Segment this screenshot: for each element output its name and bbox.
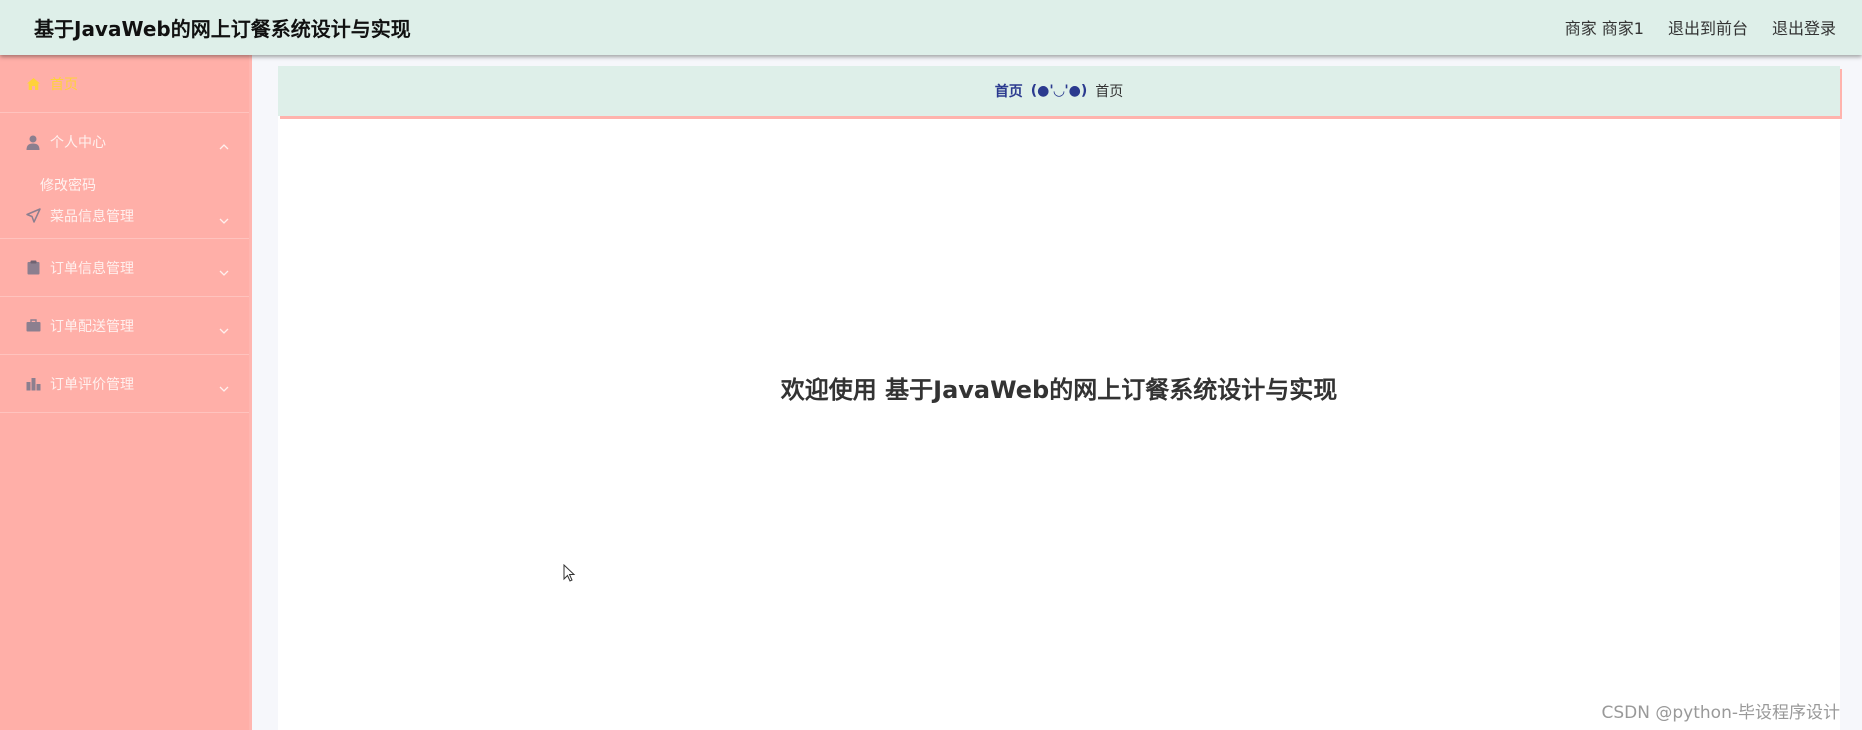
send-icon [25,208,41,224]
breadcrumb-separator: (●'◡'●) [1030,83,1088,99]
watermark: CSDN @python-毕设程序设计 [1601,703,1840,723]
current-user-label[interactable]: 商家 商家1 [1565,15,1644,39]
app-title: 基于JavaWeb的网上订餐系统设计与实现 [34,17,411,41]
sidebar-item-label: 首页 [50,76,78,93]
page-scrollbar[interactable] [1843,55,1862,730]
chart-icon [25,376,41,392]
home-icon [25,76,41,92]
mouse-cursor-icon [563,564,576,582]
briefcase-icon [25,318,41,334]
breadcrumb-current: 首页 [1095,84,1124,100]
sidebar-item-order-info[interactable]: 订单信息管理 [0,239,249,297]
sidebar-item-personal-center[interactable]: 个人中心 [0,113,249,171]
app-root: 基于JavaWeb的网上订餐系统设计与实现 商家 商家1 退出到前台 退出登录 … [0,0,1862,730]
submenu-item-label: 修改密码 [40,178,96,194]
chevron-down-icon [219,321,229,334]
exit-to-front-link[interactable]: 退出到前台 [1668,15,1748,39]
sidebar-item-label: 订单评价管理 [50,376,134,393]
chevron-down-icon [219,379,229,392]
chevron-up-icon [219,137,229,150]
breadcrumb-home-link[interactable]: 首页 [995,81,1023,101]
sidebar: 首页 个人中心 修改密码 菜品信息管理 订单信息管理 订单配送管理 订单评价管理 [0,55,252,730]
clipboard-icon [25,260,41,276]
sidebar-item-label: 订单配送管理 [50,318,134,335]
top-header: 基于JavaWeb的网上订餐系统设计与实现 商家 商家1 退出到前台 退出登录 [0,0,1862,55]
header-nav: 商家 商家1 退出到前台 退出登录 [1565,15,1836,39]
sidebar-item-label: 菜品信息管理 [50,208,134,225]
sidebar-item-dish-info[interactable]: 菜品信息管理 [0,193,249,239]
sidebar-item-label: 订单信息管理 [50,260,134,277]
chevron-down-icon [219,211,229,224]
logout-link[interactable]: 退出登录 [1772,15,1836,39]
welcome-heading: 欢迎使用 基于JavaWeb的网上订餐系统设计与实现 [780,376,1338,404]
user-icon [25,134,41,150]
sidebar-item-order-delivery[interactable]: 订单配送管理 [0,297,249,355]
sidebar-item-order-review[interactable]: 订单评价管理 [0,355,249,413]
sidebar-item-home[interactable]: 首页 [0,55,249,113]
sidebar-item-label: 个人中心 [50,135,106,151]
breadcrumb: 首页 (●'◡'●) 首页 [278,66,1840,116]
chevron-down-icon [219,263,229,276]
